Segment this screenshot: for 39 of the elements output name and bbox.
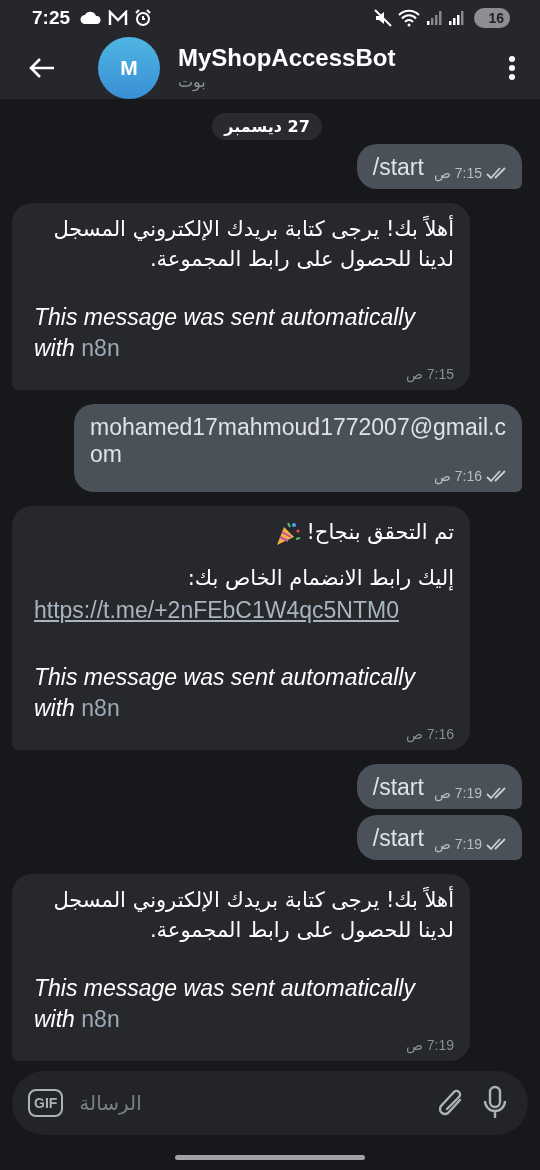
menu-icon — [508, 54, 516, 81]
signal-icon — [426, 9, 443, 26]
message-text: أهلاً بك! يرجى كتابة بريدك الإلكتروني المسجل لدينا للحصول على رابط المجموعة. — [52, 215, 454, 273]
gif-button[interactable]: GIF — [28, 1089, 64, 1117]
message-text: /start — [372, 154, 424, 182]
chat-title: MyShopAccessBot — [178, 44, 396, 73]
message-time: 7:15 ص — [433, 165, 482, 182]
message-input[interactable]: الرسالة — [77, 1090, 422, 1116]
n8n-link[interactable]: n8n — [81, 1005, 120, 1032]
microphone-icon[interactable] — [482, 1085, 508, 1121]
n8n-link[interactable]: n8n — [81, 335, 120, 362]
battery-indicator: 16 — [474, 7, 510, 28]
mail-icon — [108, 9, 129, 26]
back-arrow-icon — [28, 55, 56, 80]
alarm-icon — [134, 8, 153, 27]
message-time: 7:19 ص — [433, 785, 482, 802]
message-text: تم التحقق بنجاح! — [306, 519, 454, 547]
date-chip: 27 ديسمبر — [212, 113, 322, 141]
auto-message-note: This message was sent automatically with n8n — [34, 303, 417, 364]
message-text: /start — [372, 825, 424, 853]
message-time: 7:16 ص — [405, 726, 454, 743]
message-time: 7:16 ص — [433, 468, 482, 485]
message-text: mohamed17mahmoud1772007@gmail.com — [90, 414, 507, 469]
message-time: 7:15 ص — [405, 366, 454, 383]
message-time: 7:19 ص — [405, 1037, 454, 1053]
auto-message-note: This message was sent automatically with n8n — [34, 973, 417, 1034]
mute-icon — [374, 8, 393, 27]
auto-message-note: This message was sent automatically with n8n — [34, 663, 417, 724]
message-text: أهلاً بك! يرجى كتابة بريدك الإلكتروني المسجل لدينا للحصول على رابط المجموعة. — [52, 886, 454, 944]
message-time: 7:19 ص — [433, 836, 482, 853]
chat-subtitle: بوت — [178, 72, 206, 92]
status-time: 7:25 — [32, 6, 71, 29]
invite-link[interactable]: https://t.me/+2nFEbC1W4qc5NTM0 — [34, 597, 399, 625]
message-text: /start — [372, 774, 424, 802]
wifi-icon — [398, 8, 421, 27]
signal-icon — [448, 9, 465, 26]
message-text: إليك رابط الانضمام الخاص بك: — [186, 564, 454, 593]
cloud-icon — [80, 10, 103, 25]
n8n-link[interactable]: n8n — [81, 695, 120, 722]
